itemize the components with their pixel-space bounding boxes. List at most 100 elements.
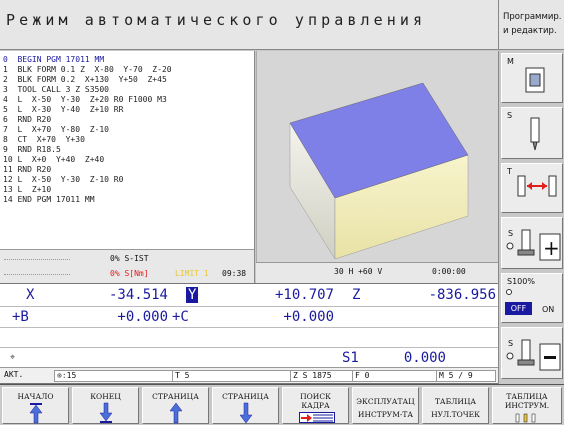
arrow-up-top-icon (29, 403, 43, 424)
machine-status-row: АКТ. ⊛:15 T 5 Z S 1875 F 0 M 5 / 9 (0, 367, 498, 384)
active-tool: T 5 (172, 370, 292, 382)
program-line[interactable]: 13 L Z+10 (3, 185, 51, 195)
program-line[interactable]: 7 L X+70 Y-80 Z-10 (3, 125, 109, 135)
softkey-tool-usage-line1: ЭКСПЛУАТАЦ (356, 397, 415, 406)
axis-x-value: -34.514 (108, 287, 168, 303)
program-line[interactable]: 4 L X-50 Y-30 Z+20 R0 F1000 M3 (3, 95, 167, 105)
position-display: X -34.514 Y +10.707 Z -836.956 +B +0.000… (0, 283, 498, 367)
axis-x-label: X (26, 287, 35, 303)
softkey-block-search[interactable]: ПОИСК КАДРА (282, 387, 349, 424)
spindle-minus-icon: S (506, 339, 561, 371)
block-search-icon (299, 412, 335, 423)
spindle-icon (530, 117, 540, 151)
softkey-begin-label: НАЧАЛО (17, 392, 54, 401)
program-line[interactable]: 9 RND R18.5 (3, 145, 61, 155)
secondary-mode-line1: Программир. (503, 12, 562, 22)
softkey-block-search-line2: КАДРА (301, 401, 330, 410)
axis-z-label: Z (352, 287, 361, 303)
off-state: OFF (505, 302, 532, 315)
workpiece-3d-view (289, 82, 469, 260)
softkey-spindle-minus[interactable]: S (501, 327, 563, 379)
softkey-datum-table[interactable]: ТАБЛИЦА НУЛ.ТОЧЕК (422, 387, 489, 424)
softkey-tool-usage[interactable]: ЭКСПЛУАТАЦ ИНСТРУМ-ТА (352, 387, 419, 424)
softkey-override-toggle[interactable]: S100% OFF ON (501, 273, 563, 323)
axis-z-value: -836.956 (428, 287, 496, 303)
program-line[interactable]: 10 L X+0 Y+40 Z+40 (3, 155, 104, 165)
program-line[interactable]: 3 TOOL CALL 3 Z S3500 (3, 85, 109, 95)
softkey-page-up-label: СТРАНИЦА (152, 392, 199, 401)
softkey-block-search-line1: ПОИСК (300, 392, 331, 401)
softkey-m-functions[interactable]: M (501, 53, 563, 103)
toggle-radio-icon (506, 289, 512, 295)
feed-rate: F 0 (352, 370, 438, 382)
softkey-tool[interactable]: T (501, 163, 563, 213)
simulation-graphic (256, 51, 498, 262)
m-functions: M 5 / 9 (436, 370, 496, 382)
axis-b-value: +0.000 (117, 309, 168, 325)
softkey-spindle[interactable]: S (501, 107, 563, 159)
softkey-tool-table[interactable]: ТАБЛИЦА ИНСТРУМ. (492, 387, 562, 424)
spindle-s1-value: 0.000 (403, 350, 446, 366)
tool-table-icon (515, 413, 536, 423)
softkey-tool-table-line2: ИНСТРУМ. (504, 401, 550, 410)
svg-text:S: S (508, 229, 513, 238)
secondary-mode-button[interactable]: Программир. и редактир. (498, 0, 564, 50)
coord-row-s1: ⌖ S1 0.000 (0, 348, 498, 368)
softkey-t-label: T (507, 167, 512, 176)
axis-y-value: +10.707 (274, 287, 334, 303)
softkey-datum-table-line2: НУЛ.ТОЧЕК (431, 410, 480, 419)
arrow-up-icon (169, 402, 183, 424)
hand-wheel-icon: ⌖ (10, 353, 16, 363)
coord-row-xyz: X -34.514 Y +10.707 Z -836.956 (0, 284, 498, 307)
clock: 09:38 (222, 269, 247, 278)
softkey-m-label: M (507, 57, 514, 66)
softkey-page-down[interactable]: СТРАНИЦА (212, 387, 279, 424)
arrow-down-icon (239, 402, 253, 424)
machine-door-icon (525, 67, 545, 93)
coord-row-bc: +B +0.000 +C +0.000 (0, 307, 498, 328)
position-mode: АКТ. (4, 370, 24, 379)
svg-text:+: + (543, 236, 560, 260)
spindle-plus-icon: S + (506, 229, 561, 261)
program-line[interactable]: 8 CT X+70 Y+30 (3, 135, 85, 145)
coord-row-empty (0, 328, 498, 348)
axis-b-label: +B (12, 309, 29, 325)
override-percent: S100% (507, 277, 535, 286)
softkey-s-label: S (507, 111, 513, 120)
softkey-tool-table-line1: ТАБЛИЦА (506, 392, 548, 401)
softkey-end[interactable]: КОНЕЦ (72, 387, 139, 424)
program-line[interactable]: 14 END PGM 17011 MM (3, 195, 95, 205)
torque-bar-empty (4, 274, 70, 276)
vertical-softkey-bar: M S T S + S100% OFF ON S (498, 51, 564, 384)
secondary-mode-line2: и редактир. (503, 26, 557, 36)
program-line[interactable]: 6 RND R20 (3, 115, 51, 125)
simulation-time: 0:00:00 (432, 267, 466, 276)
tool-axis-speed: Z S 1875 (290, 370, 354, 382)
program-line[interactable]: 12 L X-50 Y-30 Z-10 R0 (3, 175, 123, 185)
softkey-page-down-label: СТРАНИЦА (222, 392, 269, 401)
axis-c-value: +0.000 (283, 309, 334, 325)
spindle-s1-label: S1 (342, 350, 359, 366)
program-line[interactable]: 0 BEGIN PGM 17011 MM (3, 55, 104, 65)
program-line[interactable]: 11 RND R20 (3, 165, 51, 175)
svg-text:S: S (508, 339, 513, 348)
softkey-spindle-plus[interactable]: S + (501, 217, 563, 269)
feed-override-value: 15 (66, 371, 77, 380)
softkey-end-label: КОНЕЦ (90, 392, 121, 401)
program-line[interactable]: 5 L X-30 Y-40 Z+10 RR (3, 105, 123, 115)
tool-change-icon (517, 175, 557, 197)
softkey-datum-table-line1: ТАБЛИЦА (434, 397, 477, 406)
program-line[interactable]: 1 BLK FORM 0.1 Z X-80 Y-70 Z-20 (3, 65, 172, 75)
axis-y-label: Y (186, 287, 199, 303)
spindle-status: 0% S-IST 0% S[Nm] LIMIT 1 09:38 (0, 249, 255, 283)
softkey-tool-usage-line2: ИНСТРУМ-ТА (357, 410, 414, 419)
spindle-torque: 0% S[Nm] (110, 269, 149, 278)
softkey-page-up[interactable]: СТРАНИЦА (142, 387, 209, 424)
program-line[interactable]: 2 BLK FORM 0.2 X+130 Y+50 Z+45 (3, 75, 167, 85)
horizontal-softkey-bar: НАЧАЛО КОНЕЦ СТРАНИЦА СТРАНИЦА ПОИСК КАД… (0, 384, 564, 425)
axis-c-label: +C (172, 309, 189, 325)
softkey-begin[interactable]: НАЧАЛО (2, 387, 69, 424)
graphic-status: 30 H +60 V 0:00:00 (256, 262, 498, 283)
program-listing[interactable]: 0 BEGIN PGM 17011 MM 1 BLK FORM 0.1 Z X-… (0, 51, 255, 249)
view-angle: 30 H +60 V (334, 267, 383, 276)
